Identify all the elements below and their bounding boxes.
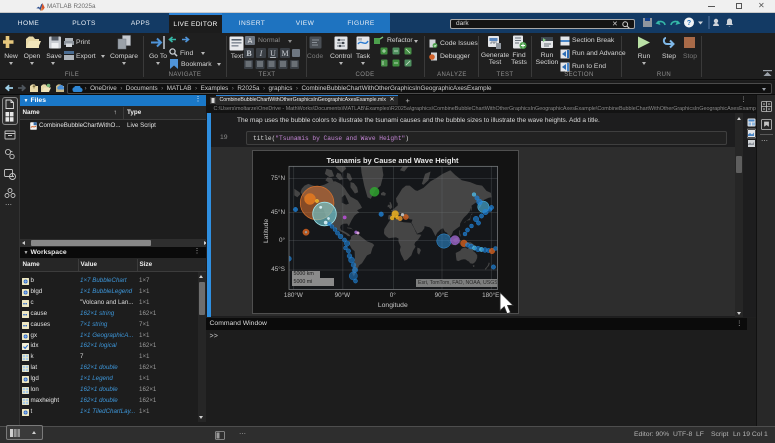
svg-text:I: I — [259, 49, 263, 58]
svg-text:B: B — [246, 49, 252, 58]
svg-text:U: U — [270, 49, 276, 58]
svg-text:?: ? — [687, 20, 691, 27]
svg-text:M: M — [281, 49, 288, 58]
svg-text:A: A — [248, 38, 253, 45]
